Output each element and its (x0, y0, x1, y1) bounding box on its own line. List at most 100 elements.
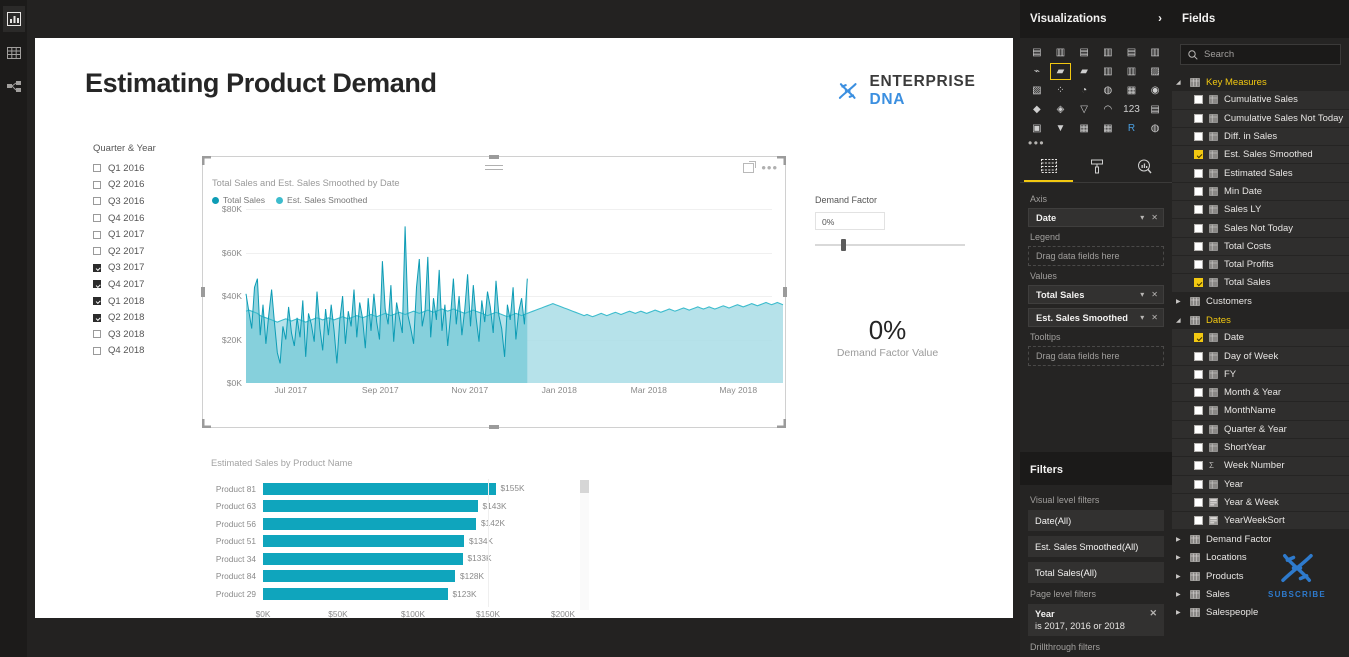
slicer-checkbox[interactable] (93, 297, 101, 306)
field-checkbox[interactable] (1194, 406, 1203, 416)
slicer-checkbox[interactable] (93, 164, 101, 173)
field-checkbox[interactable] (1194, 95, 1203, 105)
bar-row[interactable]: Product 63 $143K (211, 498, 591, 515)
resize-handle-bottom-left[interactable] (202, 419, 211, 428)
well-dropzone[interactable]: Drag data fields here (1028, 246, 1164, 266)
chevron-down-icon[interactable]: ▾ (1140, 290, 1144, 299)
resize-handle-right[interactable] (783, 287, 787, 297)
bar-chart-scrollbar[interactable] (580, 480, 589, 610)
chevron-down-icon[interactable]: ▾ (1140, 213, 1144, 222)
r-script-visual-icon[interactable]: R (1121, 120, 1143, 137)
quarter-year-slicer[interactable]: Quarter & Year Q1 2016 Q2 2016 Q3 2016 Q4 2… (93, 143, 207, 359)
line-clustered-column-icon[interactable]: ▥ (1121, 63, 1143, 80)
waterfall-chart-icon[interactable]: ▨ (1026, 82, 1048, 99)
slicer-checkbox[interactable] (93, 263, 101, 272)
field-item[interactable]: Cumulative Sales (1172, 91, 1349, 110)
close-icon[interactable]: ✕ (1151, 290, 1158, 299)
more-options-icon[interactable]: ••• (761, 161, 778, 174)
chevron-down-icon[interactable]: ▾ (1140, 313, 1144, 322)
focus-mode-icon[interactable] (743, 161, 757, 173)
slicer-item[interactable]: Q1 2017 (93, 226, 203, 243)
field-item[interactable]: Day of Week (1172, 347, 1349, 366)
bar-row[interactable]: Product 29 $123K (211, 586, 591, 603)
triangle-right-icon[interactable]: ▶ (1176, 609, 1184, 616)
slicer-checkbox[interactable] (93, 247, 101, 256)
visual-level-filter-chip[interactable]: Date(All) (1028, 510, 1164, 531)
slicer-item[interactable]: Q2 2016 (93, 177, 203, 194)
well-field-chip[interactable]: Est. Sales Smoothed ▾ ✕ (1028, 308, 1164, 327)
slicer-checkbox[interactable] (93, 313, 101, 322)
bar-fill[interactable] (263, 517, 476, 530)
slicer-checkbox[interactable] (93, 280, 101, 289)
field-checkbox[interactable] (1194, 223, 1203, 233)
data-view-button[interactable] (3, 40, 25, 66)
slicer-item[interactable]: Q1 2018 (93, 293, 203, 310)
estimated-sales-by-product-visual[interactable]: Estimated Sales by Product Name Product … (211, 458, 591, 628)
field-checkbox[interactable] (1194, 168, 1203, 178)
slicer-checkbox[interactable] (93, 346, 101, 355)
tab-fields[interactable] (1024, 152, 1073, 182)
stacked-column-chart-icon[interactable]: ▥ (1050, 44, 1072, 61)
filled-map-icon[interactable]: ◆ (1026, 101, 1048, 118)
slicer-checkbox[interactable] (93, 230, 101, 239)
slicer-item[interactable]: Q4 2017 (93, 276, 203, 293)
line-stacked-column-icon[interactable]: ▥ (1097, 63, 1119, 80)
pie-chart-icon[interactable]: ◔ (1073, 82, 1095, 99)
slicer-item[interactable]: Q3 2016 (93, 193, 203, 210)
tab-format[interactable] (1073, 152, 1120, 182)
multi-row-card-icon[interactable]: ▤ (1144, 101, 1166, 118)
field-checkbox[interactable] (1194, 369, 1203, 379)
field-item[interactable]: Min Date (1172, 182, 1349, 202)
field-item[interactable]: MonthName (1172, 402, 1349, 421)
bar-fill[interactable] (263, 500, 478, 513)
visual-level-filter-chip[interactable]: Total Sales(All) (1028, 562, 1164, 583)
fields-group-dates[interactable]: ◢ Dates (1172, 311, 1349, 329)
field-item[interactable]: Σ Week Number (1172, 457, 1349, 476)
slicer-item[interactable]: Q2 2018 (93, 309, 203, 326)
slicer-checkbox[interactable] (93, 180, 101, 189)
bar-fill[interactable] (263, 535, 464, 548)
slider-thumb[interactable] (841, 239, 846, 251)
field-item[interactable]: Diff. in Sales (1172, 127, 1349, 147)
field-item[interactable]: Date (1172, 329, 1349, 348)
field-checkbox[interactable] (1194, 333, 1203, 343)
table-icon[interactable]: ▦ (1073, 120, 1095, 137)
model-view-button[interactable] (3, 74, 25, 100)
fields-group-salespeople[interactable]: ▶ Salespeople (1172, 604, 1349, 622)
report-view-button[interactable] (2, 6, 25, 32)
field-item[interactable]: Est. Sales Smoothed (1172, 146, 1349, 165)
clustered-column-chart-icon[interactable]: ▥ (1097, 44, 1119, 61)
map-icon[interactable]: ◉ (1144, 82, 1166, 99)
field-item[interactable]: Sales LY (1172, 201, 1349, 220)
visual-level-filter-chip[interactable]: Est. Sales Smoothed(All) (1028, 536, 1164, 557)
donut-chart-icon[interactable]: ◍ (1097, 82, 1119, 99)
field-checkbox[interactable] (1194, 186, 1203, 196)
field-checkbox[interactable] (1194, 388, 1203, 398)
stacked-area-chart-icon[interactable]: ▰ (1073, 63, 1095, 80)
triangle-right-icon[interactable]: ▶ (1176, 536, 1184, 543)
well-dropzone[interactable]: Drag data fields here (1028, 346, 1164, 366)
resize-handle-bottom-right[interactable] (777, 419, 786, 428)
field-item[interactable]: Year & Week (1172, 493, 1349, 513)
scatter-chart-icon[interactable]: ⁘ (1050, 82, 1072, 99)
bar-row[interactable]: Product 81 $155K (211, 480, 591, 497)
hundred-stacked-column-icon[interactable]: ▥ (1144, 44, 1166, 61)
drag-handle-icon[interactable] (485, 165, 503, 173)
bar-fill[interactable] (263, 570, 455, 583)
triangle-right-icon[interactable]: ▶ (1176, 554, 1184, 561)
field-checkbox[interactable] (1194, 351, 1203, 361)
field-item[interactable]: Total Profits (1172, 255, 1349, 275)
field-item[interactable]: Sales Not Today (1172, 219, 1349, 238)
slicer-item[interactable]: Q3 2017 (93, 260, 203, 277)
funnel-icon[interactable]: ▽ (1073, 101, 1095, 118)
field-item[interactable]: Year (1172, 475, 1349, 494)
close-icon[interactable]: ✕ (1151, 313, 1158, 322)
field-item[interactable]: Cumulative Sales Not Today (1172, 109, 1349, 128)
slicer-item[interactable]: Q2 2017 (93, 243, 203, 260)
bar-fill[interactable] (263, 552, 463, 565)
triangle-right-icon[interactable]: ▶ (1176, 573, 1184, 580)
area-chart-icon[interactable]: ▰ (1049, 63, 1072, 80)
fields-group-demand-factor[interactable]: ▶ Demand Factor (1172, 530, 1349, 548)
field-checkbox[interactable] (1194, 461, 1203, 471)
resize-handle-left[interactable] (201, 287, 205, 297)
